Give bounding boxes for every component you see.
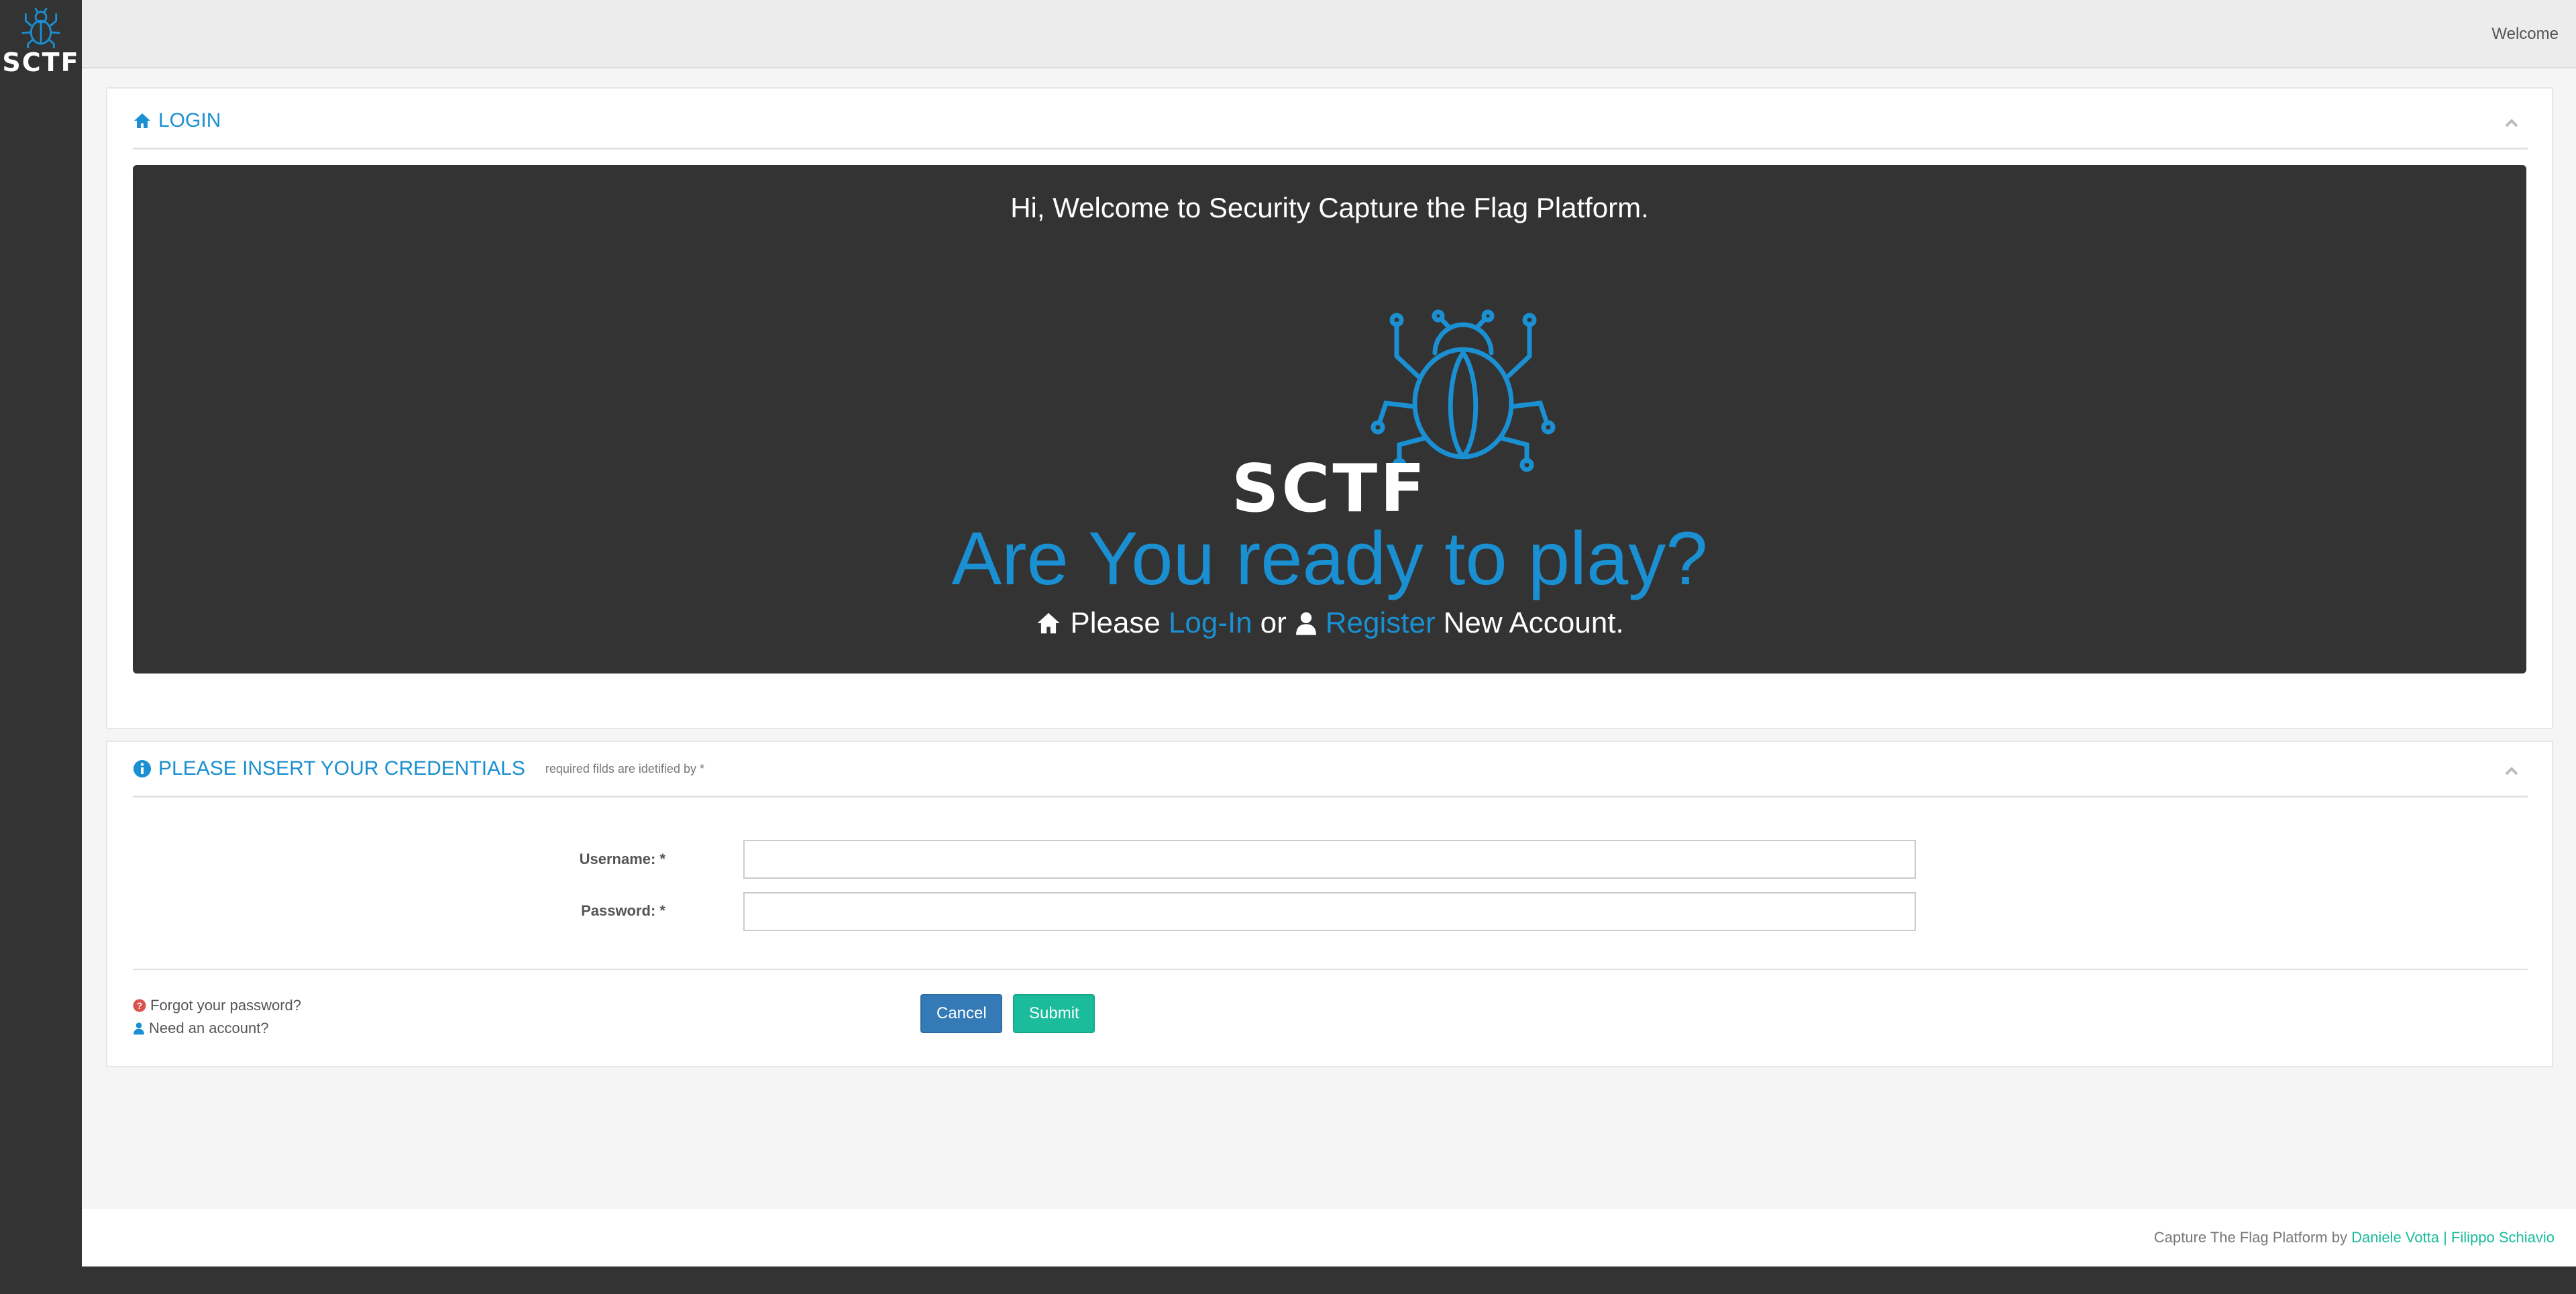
submit-button[interactable]: Submit (1013, 994, 1095, 1033)
sidebar: SCTF (0, 0, 82, 1294)
footer-author-1-link[interactable]: Daniele Votta (2351, 1229, 2439, 1246)
home-icon (134, 113, 150, 128)
welcome-hero: Hi, Welcome to Security Capture the Flag… (133, 165, 2526, 673)
footer-author-2-link[interactable]: Filippo Schiavio (2451, 1229, 2555, 1246)
footer-text: Capture The Flag Platform by (2153, 1229, 2347, 1246)
user-icon (1295, 612, 1316, 635)
sidebar-logo[interactable]: SCTF (0, 3, 82, 76)
password-input[interactable] (743, 892, 1916, 931)
home-icon (1037, 612, 1060, 634)
bottom-bar (0, 1266, 2576, 1294)
hero-headline: Are You ready to play? (951, 517, 1708, 600)
need-account-link[interactable]: Need an account? (149, 1017, 269, 1040)
cancel-button[interactable]: Cancel (920, 994, 1002, 1033)
hero-new-account-text: New Account. (1443, 606, 1624, 639)
question-circle-icon: ? (133, 999, 146, 1012)
welcome-text: Welcome (2491, 25, 2559, 43)
bug-icon (21, 7, 60, 48)
username-input[interactable] (743, 840, 1916, 879)
hero-please-text: Please (1070, 606, 1161, 639)
credentials-panel: PLEASE INSERT YOUR CREDENTIALS required … (106, 741, 2553, 1067)
user-icon (133, 1022, 144, 1035)
sidebar-logo-text: SCTF (2, 48, 80, 77)
username-label: Username: * (579, 851, 665, 867)
svg-text:?: ? (137, 1000, 143, 1011)
credentials-panel-header: PLEASE INSERT YOUR CREDENTIALS required … (133, 755, 2528, 798)
hero-register-link[interactable]: Register (1326, 606, 1436, 640)
password-label: Password: * (581, 902, 665, 919)
forgot-password-link[interactable]: Forgot your password? (150, 994, 301, 1017)
footer: Capture The Flag Platform by Daniele Vot… (82, 1209, 2576, 1266)
hero-greeting: Hi, Welcome to Security Capture the Flag… (1010, 192, 1649, 223)
collapse-chevron-icon[interactable] (2502, 762, 2521, 781)
login-panel-title: LOGIN (158, 109, 221, 131)
collapse-chevron-icon[interactable] (2502, 114, 2521, 133)
hero-cta-line: Please Log-In or Register New Account. (133, 606, 2526, 640)
credentials-panel-title: PLEASE INSERT YOUR CREDENTIALS (158, 757, 525, 779)
hero-login-link[interactable]: Log-In (1169, 606, 1252, 640)
account-links: ? Forgot your password? Need an account? (133, 994, 301, 1040)
footer-separator: | (2443, 1229, 2447, 1246)
login-panel-header: LOGIN (133, 107, 2528, 150)
top-bar: Welcome (82, 0, 2576, 68)
required-fields-note: required filds are idetified by * (545, 762, 704, 775)
footer-credits: Capture The Flag Platform by Daniele Vot… (2154, 1229, 2555, 1246)
info-icon (133, 760, 151, 777)
form-divider (133, 969, 2528, 970)
hero-or-text: or (1260, 606, 1287, 639)
